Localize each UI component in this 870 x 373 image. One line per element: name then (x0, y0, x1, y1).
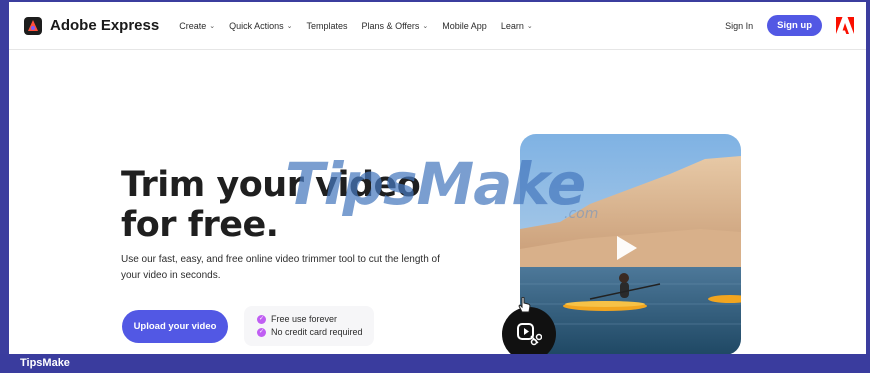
sign-in-link[interactable]: Sign In (725, 21, 753, 31)
sign-up-button[interactable]: Sign up (767, 15, 822, 36)
menu-label: Templates (306, 20, 348, 31)
menu-label: Quick Actions (229, 20, 284, 31)
adobe-logo-icon[interactable] (836, 17, 854, 34)
chevron-down-icon: ⌄ (286, 22, 293, 30)
brand-name: Adobe Express (50, 17, 160, 34)
menu-templates[interactable]: Templates (307, 21, 348, 31)
play-icon[interactable] (617, 236, 637, 260)
chevron-down-icon: ⌄ (422, 22, 429, 30)
menu-quick-actions[interactable]: Quick Actions ⌄ (229, 21, 292, 31)
watermark-suffix: .com (564, 206, 599, 222)
upload-video-button[interactable]: Upload your video (122, 310, 228, 343)
perk-item: ✓ No credit card required (257, 326, 374, 339)
menu-create[interactable]: Create ⌄ (179, 21, 215, 31)
hero-description: Use our fast, easy, and free online vide… (121, 254, 440, 281)
chevron-down-icon: ⌄ (209, 22, 216, 30)
main-menu: Create ⌄ Quick Actions ⌄ Templates Plans &… (179, 21, 547, 31)
check-icon: ✓ (257, 315, 266, 324)
adobe-express-logo-icon (24, 16, 42, 35)
menu-label: Learn (500, 20, 524, 31)
menu-label: Plans & Offers (361, 20, 420, 31)
top-navigation: Adobe Express Create ⌄ Quick Actions ⌄ Tem… (9, 2, 866, 50)
check-icon: ✓ (257, 328, 266, 337)
footer-brand: TipsMake (20, 357, 70, 369)
perk-label: Free use forever (271, 314, 338, 324)
perks-box: ✓ Free use forever ✓ No credit card requ… (244, 306, 374, 346)
menu-label: Mobile App (442, 20, 487, 31)
menu-learn[interactable]: Learn ⌄ (501, 21, 533, 31)
menu-plans-offers[interactable]: Plans & Offers ⌄ (362, 21, 429, 31)
brand[interactable]: Adobe Express (24, 16, 160, 35)
account-actions: Sign In Sign up (725, 15, 854, 36)
chevron-down-icon: ⌄ (526, 22, 533, 30)
footer-bar: TipsMake (0, 354, 870, 373)
mouse-cursor-icon (518, 296, 532, 320)
perk-item: ✓ Free use forever (257, 313, 374, 326)
perk-label: No credit card required (271, 327, 363, 337)
menu-label: Create (179, 20, 207, 31)
watermark: TipsMake (285, 150, 586, 218)
menu-mobile-app[interactable]: Mobile App (442, 21, 487, 31)
